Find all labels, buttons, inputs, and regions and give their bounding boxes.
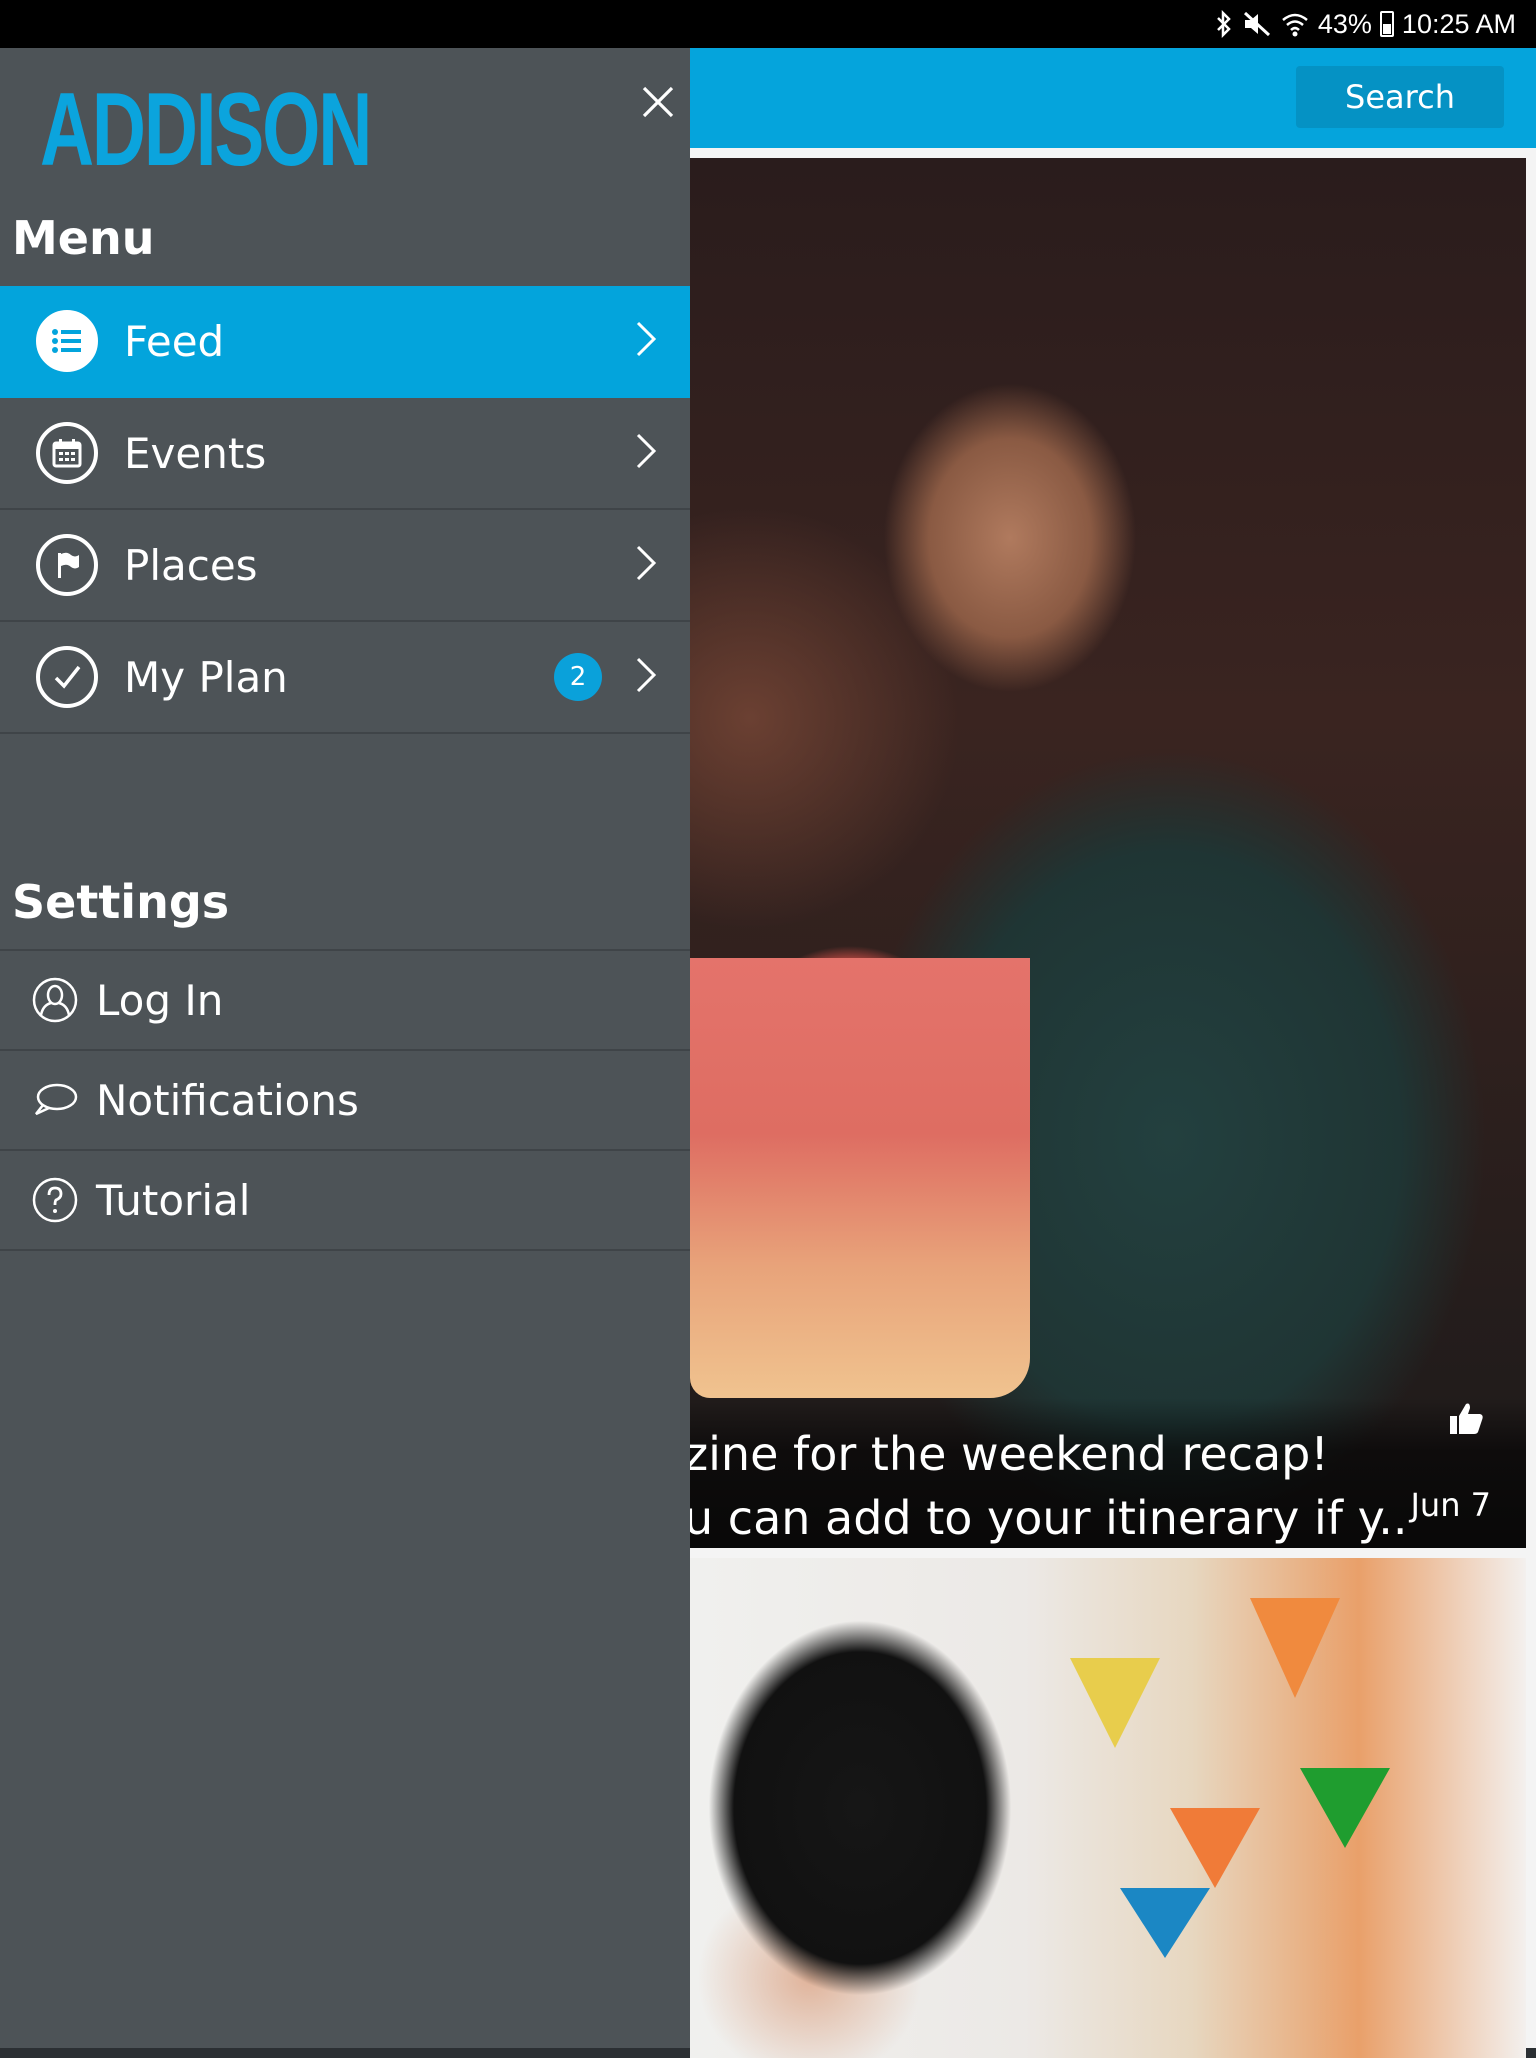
menu-item-feed[interactable]: Feed [0,286,690,398]
settings-item-log-in[interactable]: Log In [0,951,690,1051]
popcorn-bucket-image [690,958,1030,1398]
battery-icon [1379,11,1394,37]
settings-item-label: Tutorial [96,1175,251,1225]
battery-percent: 43% [1317,8,1372,39]
user-icon [30,975,80,1025]
wifi-icon [1280,10,1310,38]
settings-heading: Settings [12,875,230,929]
flag-icon [36,534,98,596]
chevron-right-icon [634,319,658,363]
menu-item-places[interactable]: Places [0,510,690,622]
list-icon [36,310,98,372]
chevron-right-icon [634,655,658,699]
check-icon [36,646,98,708]
help-icon [30,1175,80,1225]
card-caption: zine for the weekend recap! u can add to… [684,1398,1526,1548]
caption-line-2: u can add to your itinerary if y.. [684,1491,1408,1545]
card-date: Jun 7 [1410,1486,1491,1524]
close-icon[interactable] [628,72,688,132]
chat-bubble-icon [30,1075,80,1125]
feed-card[interactable] [690,1558,1526,2058]
plan-count-badge: 2 [554,653,602,701]
search-button[interactable]: Search [1296,66,1504,128]
settings-item-tutorial[interactable]: Tutorial [0,1151,690,1251]
chevron-right-icon [634,543,658,587]
status-bar: 43% 10:25 AM [0,0,1536,48]
menu-item-label: Places [124,540,258,590]
calendar-icon [36,422,98,484]
menu-item-label: Feed [124,316,225,366]
feed: zine for the weekend recap! u can add to… [684,148,1536,2058]
menu-heading: Menu [12,211,155,265]
thumbs-up-icon[interactable] [1446,1398,1486,1448]
menu-item-events[interactable]: Events [0,398,690,510]
feed-card[interactable]: zine for the weekend recap! u can add to… [684,158,1526,1548]
app-header: Search [690,48,1536,148]
bluetooth-icon [1214,10,1234,38]
chevron-right-icon [634,431,658,475]
clock: 10:25 AM [1401,8,1516,39]
caption-line-1: zine for the weekend recap! [684,1427,1329,1481]
menu-item-label: My Plan [124,652,288,702]
settings-item-notifications[interactable]: Notifications [0,1051,690,1151]
menu-item-my-plan[interactable]: My Plan 2 [0,622,690,734]
menu-item-label: Events [124,428,267,478]
mute-icon [1242,10,1272,38]
addison-logo: ADDISON [40,72,372,188]
settings-item-label: Log In [96,975,224,1025]
navigation-drawer: ADDISON Menu Feed Events Places My Plan … [0,48,690,2048]
settings-item-label: Notifications [96,1075,359,1125]
